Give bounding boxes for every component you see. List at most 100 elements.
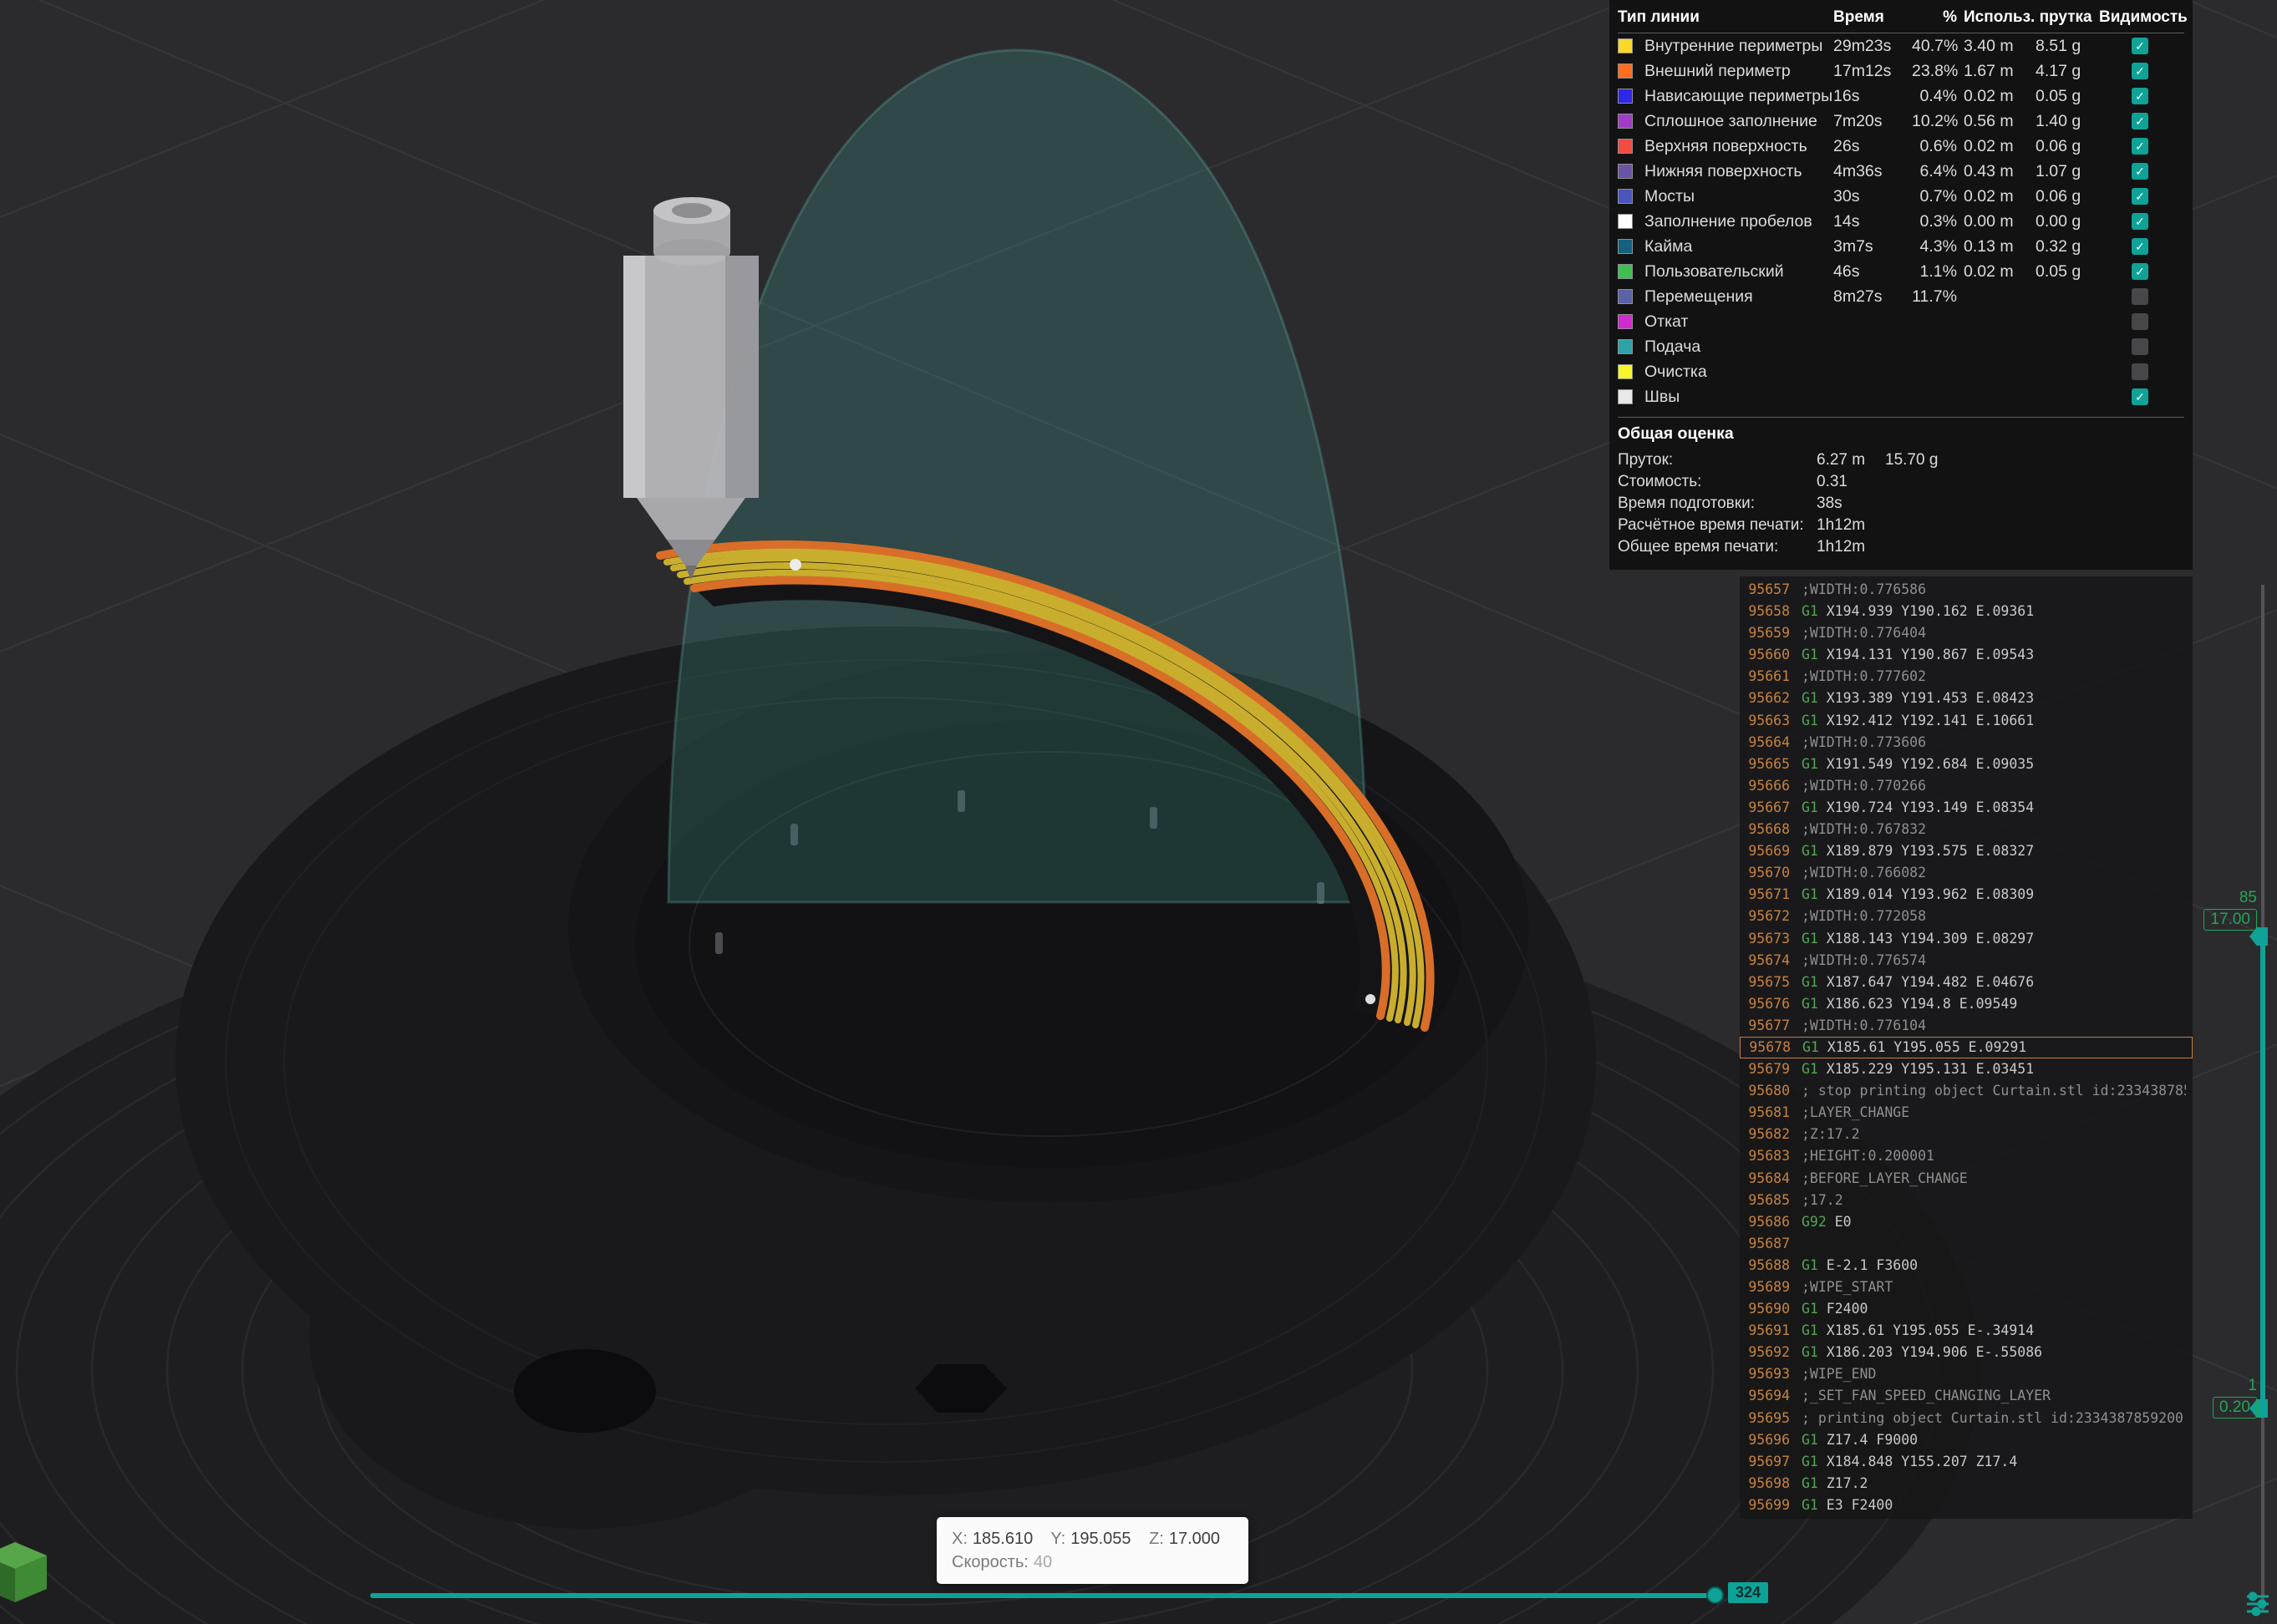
visibility-checkbox[interactable]: ✓ xyxy=(2132,138,2148,155)
gcode-line-number: 95697 xyxy=(1746,1451,1790,1473)
gcode-line[interactable]: 95698G1 Z17.2 xyxy=(1740,1473,2193,1495)
gcode-line[interactable]: 95670;WIDTH:0.766082 xyxy=(1740,862,2193,884)
line-type-label: Заполнение пробелов xyxy=(1644,212,1833,231)
visibility-checkbox[interactable]: ✓ xyxy=(2132,188,2148,205)
line-type-color-swatch xyxy=(1618,63,1633,79)
visibility-checkbox[interactable]: ✓ xyxy=(2132,263,2148,280)
visibility-checkbox[interactable]: ✓ xyxy=(2132,388,2148,405)
visibility-checkbox[interactable] xyxy=(2132,363,2148,380)
gcode-line[interactable]: 95680; stop printing object Curtain.stl … xyxy=(1740,1080,2193,1102)
gcode-line[interactable]: 95696G1 Z17.4 F9000 xyxy=(1740,1429,2193,1451)
line-type-length: 0.02 m xyxy=(1964,137,2036,156)
gcode-line[interactable]: 95669G1 X189.879 Y193.575 E.08327 xyxy=(1740,840,2193,862)
gcode-command: G1 xyxy=(1802,713,1818,728)
visibility-cell: ✓ xyxy=(2099,238,2181,255)
gcode-line[interactable]: 95681;LAYER_CHANGE xyxy=(1740,1102,2193,1124)
gcode-line[interactable]: 95657;WIDTH:0.776586 xyxy=(1740,579,2193,601)
summary-label: Пруток: xyxy=(1618,451,1817,469)
gcode-line[interactable]: 95659;WIDTH:0.776404 xyxy=(1740,622,2193,644)
move-slider-thumb[interactable] xyxy=(1706,1586,1724,1604)
line-type-length: 0.02 m xyxy=(1964,87,2036,106)
visibility-cell xyxy=(2099,288,2181,305)
visibility-checkbox[interactable]: ✓ xyxy=(2132,213,2148,230)
gcode-line[interactable]: 95662G1 X193.389 Y191.453 E.08423 xyxy=(1740,688,2193,709)
gcode-line[interactable]: 95678G1 X185.61 Y195.055 E.09291 xyxy=(1740,1037,2193,1058)
gcode-line[interactable]: 95683;HEIGHT:0.200001 xyxy=(1740,1145,2193,1167)
gcode-line[interactable]: 95667G1 X190.724 Y193.149 E.08354 xyxy=(1740,797,2193,819)
gcode-line-text: ;WIDTH:0.772058 xyxy=(1802,906,1926,927)
gcode-line[interactable]: 95679G1 X185.229 Y195.131 E.03451 xyxy=(1740,1058,2193,1080)
gcode-line[interactable]: 95672;WIDTH:0.772058 xyxy=(1740,906,2193,927)
gcode-line[interactable]: 95677;WIDTH:0.776104 xyxy=(1740,1015,2193,1037)
visibility-checkbox[interactable] xyxy=(2132,288,2148,305)
gcode-panel[interactable]: 95657;WIDTH:0.77658695658G1 X194.939 Y19… xyxy=(1740,576,2193,1519)
clamp-ear-hole xyxy=(514,1349,656,1433)
gcode-line-text: ;Z:17.2 xyxy=(1802,1124,1860,1145)
tooltip-x-label: X: xyxy=(952,1530,968,1548)
gcode-line-number: 95677 xyxy=(1746,1015,1790,1037)
gcode-line[interactable]: 95661;WIDTH:0.777602 xyxy=(1740,666,2193,688)
bottom-layer-number: 1 xyxy=(2248,1377,2257,1395)
gcode-line-text: G1 X192.412 Y192.141 E.10661 xyxy=(1802,710,2034,732)
legend-header: Тип линии Время % Использ. прутка Видимо… xyxy=(1618,5,2184,33)
gcode-line[interactable]: 95674;WIDTH:0.776574 xyxy=(1740,950,2193,972)
summary-value-2: 15.70 g xyxy=(1885,451,1938,469)
visibility-checkbox[interactable]: ✓ xyxy=(2132,238,2148,255)
line-type-color-swatch xyxy=(1618,264,1633,279)
line-type-label: Верхняя поверхность xyxy=(1644,137,1833,156)
gcode-line[interactable]: 95693;WIPE_END xyxy=(1740,1363,2193,1385)
gcode-line[interactable]: 95671G1 X189.014 Y193.962 E.08309 xyxy=(1740,884,2193,906)
gcode-line[interactable]: 95692G1 X186.203 Y194.906 E-.55086 xyxy=(1740,1342,2193,1363)
gcode-line[interactable]: 95691G1 X185.61 Y195.055 E-.34914 xyxy=(1740,1320,2193,1342)
slider-options-icon[interactable] xyxy=(2244,1591,2271,1617)
gcode-line[interactable]: 95668;WIDTH:0.767832 xyxy=(1740,819,2193,840)
gcode-line-text: G1 X185.61 Y195.055 E.09291 xyxy=(1802,1038,2026,1058)
gcode-line[interactable]: 95673G1 X188.143 Y194.309 E.08297 xyxy=(1740,928,2193,950)
gcode-line-number: 95688 xyxy=(1746,1255,1790,1276)
line-type-time: 8m27s xyxy=(1833,287,1912,307)
gcode-line[interactable]: 95666;WIDTH:0.770266 xyxy=(1740,775,2193,797)
gcode-line[interactable]: 95697G1 X184.848 Y155.207 Z17.4 xyxy=(1740,1451,2193,1473)
line-type-time: 46s xyxy=(1833,262,1912,282)
gcode-command: G1 xyxy=(1802,799,1818,815)
line-type-percent: 10.2% xyxy=(1912,112,1964,131)
tooltip-coordinates: X:185.610 Y:195.055 Z:17.000 xyxy=(952,1527,1233,1550)
gcode-line-number: 95663 xyxy=(1746,710,1790,732)
gcode-line[interactable]: 95663 G1 X192.412 Y192.141 E.10661 xyxy=(1740,710,2193,732)
gcode-line[interactable]: 95660G1 X194.131 Y190.867 E.09543 xyxy=(1740,644,2193,666)
gcode-line[interactable]: 95695; printing object Curtain.stl id:23… xyxy=(1740,1408,2193,1429)
visibility-checkbox[interactable] xyxy=(2132,313,2148,330)
line-type-percent: 11.7% xyxy=(1912,287,1964,307)
gcode-line[interactable]: 95686G92 E0 xyxy=(1740,1211,2193,1233)
line-type-label: Пользовательский xyxy=(1644,262,1833,282)
gcode-line-number: 95698 xyxy=(1746,1473,1790,1495)
gcode-line[interactable]: 95684;BEFORE_LAYER_CHANGE xyxy=(1740,1168,2193,1190)
gcode-line[interactable]: 95687 xyxy=(1740,1233,2193,1255)
gcode-line[interactable]: 95694;_SET_FAN_SPEED_CHANGING_LAYER xyxy=(1740,1385,2193,1407)
gcode-line[interactable]: 95685;17.2 xyxy=(1740,1190,2193,1211)
visibility-checkbox[interactable]: ✓ xyxy=(2132,163,2148,180)
gcode-line[interactable]: 95664;WIDTH:0.773606 xyxy=(1740,732,2193,754)
line-type-color-swatch xyxy=(1618,314,1633,329)
gcode-line[interactable]: 95699G1 E3 F2400 xyxy=(1740,1495,2193,1516)
gcode-line[interactable]: 95682;Z:17.2 xyxy=(1740,1124,2193,1145)
visibility-checkbox[interactable]: ✓ xyxy=(2132,38,2148,54)
gcode-line[interactable]: 95665G1 X191.549 Y192.684 E.09035 xyxy=(1740,754,2193,775)
visibility-checkbox[interactable]: ✓ xyxy=(2132,63,2148,79)
gcode-line[interactable]: 95675G1 X187.647 Y194.482 E.04676 xyxy=(1740,972,2193,993)
line-type-percent: 1.1% xyxy=(1912,262,1964,282)
summary-label: Стоимость: xyxy=(1618,473,1817,491)
gcode-line[interactable]: 95658G1 X194.939 Y190.162 E.09361 xyxy=(1740,601,2193,622)
gcode-line[interactable]: 95689;WIPE_START xyxy=(1740,1276,2193,1298)
move-slider-track[interactable] xyxy=(370,1593,1721,1598)
visibility-checkbox[interactable]: ✓ xyxy=(2132,113,2148,129)
top-layer-number: 85 xyxy=(2239,889,2257,907)
gcode-command: G1 xyxy=(1802,1322,1818,1338)
gcode-line[interactable]: 95690G1 F2400 xyxy=(1740,1298,2193,1320)
gcode-line[interactable]: 95688G1 E-2.1 F3600 xyxy=(1740,1255,2193,1276)
line-type-label: Мосты xyxy=(1644,187,1833,206)
line-type-label: Нависающие периметры xyxy=(1644,87,1833,106)
visibility-checkbox[interactable]: ✓ xyxy=(2132,88,2148,104)
visibility-checkbox[interactable] xyxy=(2132,338,2148,355)
gcode-line[interactable]: 95676G1 X186.623 Y194.8 E.09549 xyxy=(1740,993,2193,1015)
